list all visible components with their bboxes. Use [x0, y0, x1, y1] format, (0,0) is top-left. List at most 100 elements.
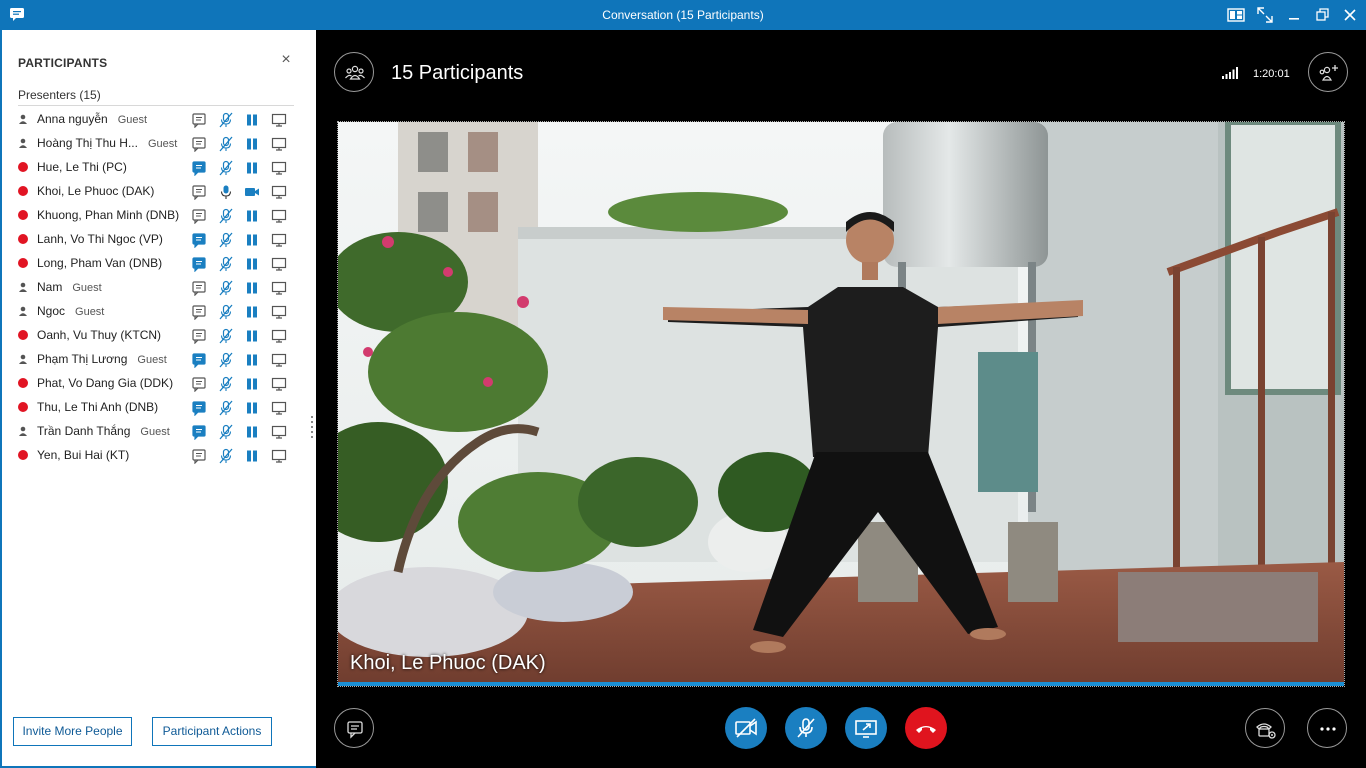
screen-share-icon[interactable] [271, 352, 287, 368]
call-controls-button[interactable] [1245, 708, 1285, 748]
chat-bubble-icon[interactable] [191, 448, 207, 464]
participant-row[interactable]: Trần Danh Thắng Guest [2, 420, 318, 444]
microphone-muted-icon[interactable] [218, 232, 234, 248]
screen-share-icon[interactable] [271, 400, 287, 416]
video-feed[interactable]: Khoi, Le Phuoc (DAK) [337, 121, 1345, 687]
participant-row[interactable]: Oanh, Vu Thuy (KTCN) [2, 324, 318, 348]
video-paused-icon[interactable] [244, 280, 260, 296]
microphone-muted-icon[interactable] [218, 256, 234, 272]
microphone-muted-icon[interactable] [218, 448, 234, 464]
screen-share-icon[interactable] [271, 232, 287, 248]
add-people-button[interactable] [1308, 52, 1348, 92]
share-screen-button[interactable] [845, 707, 887, 749]
participant-row[interactable]: Ngoc Guest [2, 300, 318, 324]
screen-share-icon[interactable] [271, 136, 287, 152]
video-paused-icon[interactable] [244, 208, 260, 224]
panel-splitter-handle[interactable] [311, 416, 313, 440]
chat-bubble-icon[interactable] [191, 424, 207, 440]
screen-share-icon[interactable] [271, 304, 287, 320]
video-paused-icon[interactable] [244, 448, 260, 464]
screen-share-icon[interactable] [271, 376, 287, 392]
microphone-muted-icon[interactable] [218, 160, 234, 176]
mute-mic-button[interactable] [785, 707, 827, 749]
participant-row[interactable]: Yen, Bui Hai (KT) [2, 444, 318, 468]
participant-row[interactable]: Hue, Le Thi (PC) [2, 156, 318, 180]
participant-actions-button[interactable]: Participant Actions [152, 717, 272, 746]
microphone-muted-icon[interactable] [218, 136, 234, 152]
video-paused-icon[interactable] [244, 160, 260, 176]
chat-bubble-icon[interactable] [191, 112, 207, 128]
chat-bubble-icon[interactable] [191, 184, 207, 200]
chat-bubble-icon[interactable] [191, 352, 207, 368]
guest-person-icon [19, 138, 27, 148]
screen-share-icon[interactable] [271, 208, 287, 224]
chat-bubble-icon[interactable] [191, 304, 207, 320]
screen-share-icon[interactable] [271, 424, 287, 440]
more-options-button[interactable] [1307, 708, 1347, 748]
participant-name: Long, Pham Van (DNB) [37, 256, 162, 270]
participant-row[interactable]: Khoi, Le Phuoc (DAK) [2, 180, 318, 204]
video-paused-icon[interactable] [244, 256, 260, 272]
video-paused-icon[interactable] [244, 400, 260, 416]
microphone-muted-icon[interactable] [218, 400, 234, 416]
video-off-button[interactable] [725, 707, 767, 749]
participants-toggle-button[interactable] [334, 52, 374, 92]
microphone-muted-icon[interactable] [218, 112, 234, 128]
chat-bubble-icon[interactable] [191, 280, 207, 296]
screen-share-icon[interactable] [271, 256, 287, 272]
participant-row[interactable]: Khuong, Phan Minh (DNB) [2, 204, 318, 228]
restore-icon[interactable] [1312, 5, 1332, 25]
participant-row[interactable]: Anna nguyễn Guest [2, 108, 318, 132]
minimize-icon[interactable] [1284, 5, 1304, 25]
participant-row[interactable]: Phat, Vo Dang Gia (DDK) [2, 372, 318, 396]
chat-bubble-icon[interactable] [191, 256, 207, 272]
video-paused-icon[interactable] [244, 112, 260, 128]
chat-bubble-icon[interactable] [191, 328, 207, 344]
chat-bubble-icon[interactable] [191, 376, 207, 392]
screen-share-icon[interactable] [271, 280, 287, 296]
microphone-muted-icon[interactable] [218, 208, 234, 224]
chat-bubble-icon[interactable] [191, 232, 207, 248]
video-paused-icon[interactable] [244, 328, 260, 344]
guest-tag: Guest [147, 138, 178, 150]
presenters-group-label[interactable]: Presenters (15) [18, 88, 101, 102]
layout-icon[interactable] [1226, 5, 1246, 25]
video-paused-icon[interactable] [244, 376, 260, 392]
video-paused-icon[interactable] [244, 232, 260, 248]
microphone-muted-icon[interactable] [218, 352, 234, 368]
participant-row[interactable]: Phạm Thị Lương Guest [2, 348, 318, 372]
busy-presence-icon [18, 234, 28, 244]
screen-share-icon[interactable] [271, 184, 287, 200]
microphone-muted-icon[interactable] [218, 328, 234, 344]
microphone-active-icon[interactable] [218, 184, 234, 200]
microphone-muted-icon[interactable] [218, 376, 234, 392]
video-paused-icon[interactable] [244, 136, 260, 152]
invite-more-people-button[interactable]: Invite More People [13, 717, 132, 746]
hang-up-button[interactable] [905, 707, 947, 749]
participant-row[interactable]: Lanh, Vo Thi Ngoc (VP) [2, 228, 318, 252]
screen-share-icon[interactable] [271, 112, 287, 128]
im-chat-button[interactable] [334, 708, 374, 748]
video-paused-icon[interactable] [244, 424, 260, 440]
chat-bubble-icon[interactable] [191, 400, 207, 416]
video-camera-icon[interactable] [244, 184, 260, 200]
participant-row[interactable]: Nam Guest [2, 276, 318, 300]
video-paused-icon[interactable] [244, 352, 260, 368]
screen-share-icon[interactable] [271, 448, 287, 464]
participant-name-text: Anna nguyễn [37, 112, 108, 126]
participant-row[interactable]: Long, Pham Van (DNB) [2, 252, 318, 276]
fullscreen-icon[interactable] [1255, 5, 1275, 25]
screen-share-icon[interactable] [271, 160, 287, 176]
video-paused-icon[interactable] [244, 304, 260, 320]
screen-share-icon[interactable] [271, 328, 287, 344]
close-panel-button[interactable]: × [278, 52, 294, 68]
participant-row[interactable]: Thu, Le Thi Anh (DNB) [2, 396, 318, 420]
chat-bubble-icon[interactable] [191, 208, 207, 224]
participant-row[interactable]: Hoàng Thị Thu H... Guest [2, 132, 318, 156]
chat-bubble-icon[interactable] [191, 136, 207, 152]
microphone-muted-icon[interactable] [218, 304, 234, 320]
chat-bubble-icon[interactable] [191, 160, 207, 176]
close-window-icon[interactable] [1340, 5, 1360, 25]
microphone-muted-icon[interactable] [218, 424, 234, 440]
microphone-muted-icon[interactable] [218, 280, 234, 296]
